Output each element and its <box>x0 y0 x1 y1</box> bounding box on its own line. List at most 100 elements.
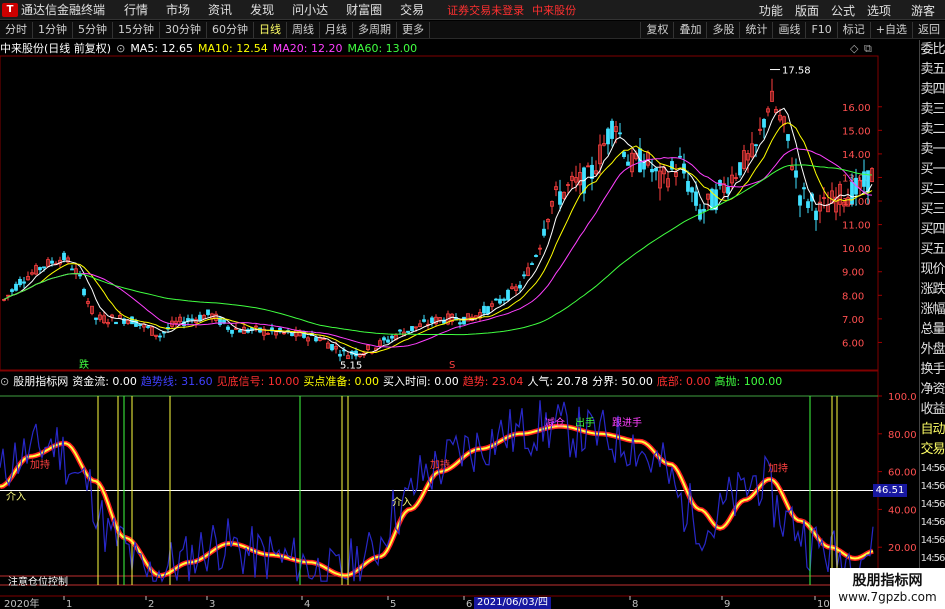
stock-name-title: 中来股份 <box>532 3 577 17</box>
candle-body <box>226 326 230 330</box>
side-item-7[interactable]: 买二 <box>920 180 945 200</box>
side-item-26[interactable]: 14:56 <box>920 550 945 568</box>
login-warning[interactable]: 证券交易未登录 <box>447 2 524 18</box>
tool-button-1[interactable]: 叠加 <box>673 22 706 38</box>
low-price-label: 5.15 <box>340 360 362 371</box>
side-item-22[interactable]: 14:56 <box>920 478 945 496</box>
indicator-item-5: 趋势: 23.04 <box>462 375 524 388</box>
period-tab-10[interactable]: 更多 <box>397 21 430 38</box>
side-item-10[interactable]: 买五 <box>920 240 945 260</box>
candle-body <box>694 191 698 206</box>
side-item-3[interactable]: 卖三 <box>920 100 945 120</box>
period-tab-9[interactable]: 多周期 <box>353 21 397 38</box>
menu-news[interactable]: 资讯 <box>208 1 232 18</box>
settings-icon[interactable]: ⊙ <box>116 42 125 55</box>
menu-function[interactable]: 功能 <box>759 2 783 19</box>
candle-body <box>518 284 522 289</box>
side-item-9[interactable]: 买四 <box>920 220 945 240</box>
candle-body <box>430 317 434 323</box>
chart-canvas[interactable]: 16.0015.0014.0013.0012.0011.0010.009.008… <box>0 0 945 609</box>
menu-quotes[interactable]: 行情 <box>124 1 148 18</box>
tool-button-6[interactable]: 标记 <box>836 22 870 38</box>
side-item-13[interactable]: 涨幅 <box>920 300 945 320</box>
time-tick-label: 4 <box>304 599 310 609</box>
ma5-line <box>3 107 873 356</box>
menu-formula[interactable]: 公式 <box>831 2 855 19</box>
side-item-6[interactable]: 买一 <box>920 160 945 180</box>
side-item-0[interactable]: 委比 <box>920 40 945 60</box>
candle-body <box>22 281 26 284</box>
candle-body <box>238 329 242 333</box>
indicator-name: 股朋指标网 <box>13 375 69 388</box>
price-tick-label: 8.00 <box>842 291 864 302</box>
user-label[interactable]: 游客 <box>911 2 935 19</box>
time-tick-label: 6 <box>466 599 472 609</box>
period-tab-5[interactable]: 60分钟 <box>207 21 254 38</box>
side-item-21[interactable]: 14:56 <box>920 460 945 478</box>
menu-trade[interactable]: 交易 <box>400 1 424 18</box>
tool-button-8[interactable]: 返回 <box>912 22 945 38</box>
candle-body <box>650 168 654 173</box>
right-side-panel: 委比 卖五 卖四 卖三 卖二 卖一 买一 买二 买三 买四 买五 现价 涨跌 涨幅 总量 外盘 换手 净资 收益 自动… <box>919 40 945 609</box>
menu-wealth[interactable]: 财富圈 <box>346 1 382 18</box>
candle-body <box>622 151 626 157</box>
tool-button-0[interactable]: 复权 <box>640 22 673 38</box>
side-item-19[interactable]: 自动 <box>920 420 945 440</box>
candle-body <box>798 195 802 206</box>
menu-market[interactable]: 市场 <box>166 1 190 18</box>
side-item-15[interactable]: 外盘 <box>920 340 945 360</box>
candle-body <box>542 228 546 236</box>
period-tab-2[interactable]: 5分钟 <box>73 21 113 38</box>
menu-discover[interactable]: 发现 <box>250 1 274 18</box>
candle-body <box>606 128 610 145</box>
side-item-5[interactable]: 卖一 <box>920 140 945 160</box>
side-item-23[interactable]: 14:56 <box>920 496 945 514</box>
candlestick-series[interactable] <box>2 78 874 362</box>
indicator-settings-icon[interactable]: ⊙ <box>0 375 9 388</box>
period-tab-4[interactable]: 30分钟 <box>160 21 207 38</box>
candle-body <box>626 161 630 166</box>
tool-button-2[interactable]: 多股 <box>706 22 739 38</box>
indicator-header: ⊙ 股朋指标网 资金流: 0.00 趋势线: 31.60 见底信号: 10.00 买点准备… <box>0 373 786 389</box>
ma-label-1: MA10: 12.54 <box>198 41 268 55</box>
period-tab-7[interactable]: 周线 <box>287 21 320 38</box>
candle-body <box>690 187 694 193</box>
tool-button-3[interactable]: 统计 <box>739 22 772 38</box>
side-item-2[interactable]: 卖四 <box>920 80 945 100</box>
side-item-8[interactable]: 买三 <box>920 200 945 220</box>
menu-options[interactable]: 选项 <box>867 2 891 19</box>
tool-button-4[interactable]: 画线 <box>772 22 805 38</box>
side-item-18[interactable]: 收益 <box>920 400 945 420</box>
side-item-25[interactable]: 14:56 <box>920 532 945 550</box>
indicator-item-3: 买点准备: 0.00 <box>303 375 380 388</box>
time-tick-label: 8 <box>632 599 638 609</box>
app-name: 通达信金融终端 <box>21 3 106 17</box>
label-hold-1: 加持 <box>30 458 50 471</box>
side-item-17[interactable]: 净资 <box>920 380 945 400</box>
position-note: 注意仓位控制 <box>8 575 68 588</box>
side-item-16[interactable]: 换手 <box>920 360 945 380</box>
candle-body <box>18 278 22 286</box>
menu-layout[interactable]: 版面 <box>795 2 819 19</box>
side-item-12[interactable]: 涨跌 <box>920 280 945 300</box>
candle-body <box>70 268 74 271</box>
side-item-14[interactable]: 总量 <box>920 320 945 340</box>
side-item-4[interactable]: 卖二 <box>920 120 945 140</box>
side-item-1[interactable]: 卖五 <box>920 60 945 80</box>
period-tab-3[interactable]: 15分钟 <box>113 21 160 38</box>
tool-button-5[interactable]: F10 <box>805 22 836 38</box>
side-item-24[interactable]: 14:56 <box>920 514 945 532</box>
candle-body <box>138 324 142 326</box>
indicator-current-value: 46.51 <box>873 484 907 497</box>
period-tab-8[interactable]: 月线 <box>320 21 353 38</box>
period-tab-6[interactable]: 日线 <box>254 21 287 38</box>
restore-icon[interactable]: ⧉ <box>864 42 872 55</box>
menu-ask[interactable]: 问小达 <box>292 1 328 18</box>
candle-body <box>702 208 706 212</box>
tool-button-7[interactable]: +自选 <box>869 22 912 38</box>
period-tab-0[interactable]: 分时 <box>0 21 33 38</box>
diamond-icon[interactable]: ◇ <box>850 42 859 55</box>
side-item-20[interactable]: 交易 <box>920 440 945 460</box>
period-tab-1[interactable]: 1分钟 <box>33 21 73 38</box>
side-item-11[interactable]: 现价 <box>920 260 945 280</box>
